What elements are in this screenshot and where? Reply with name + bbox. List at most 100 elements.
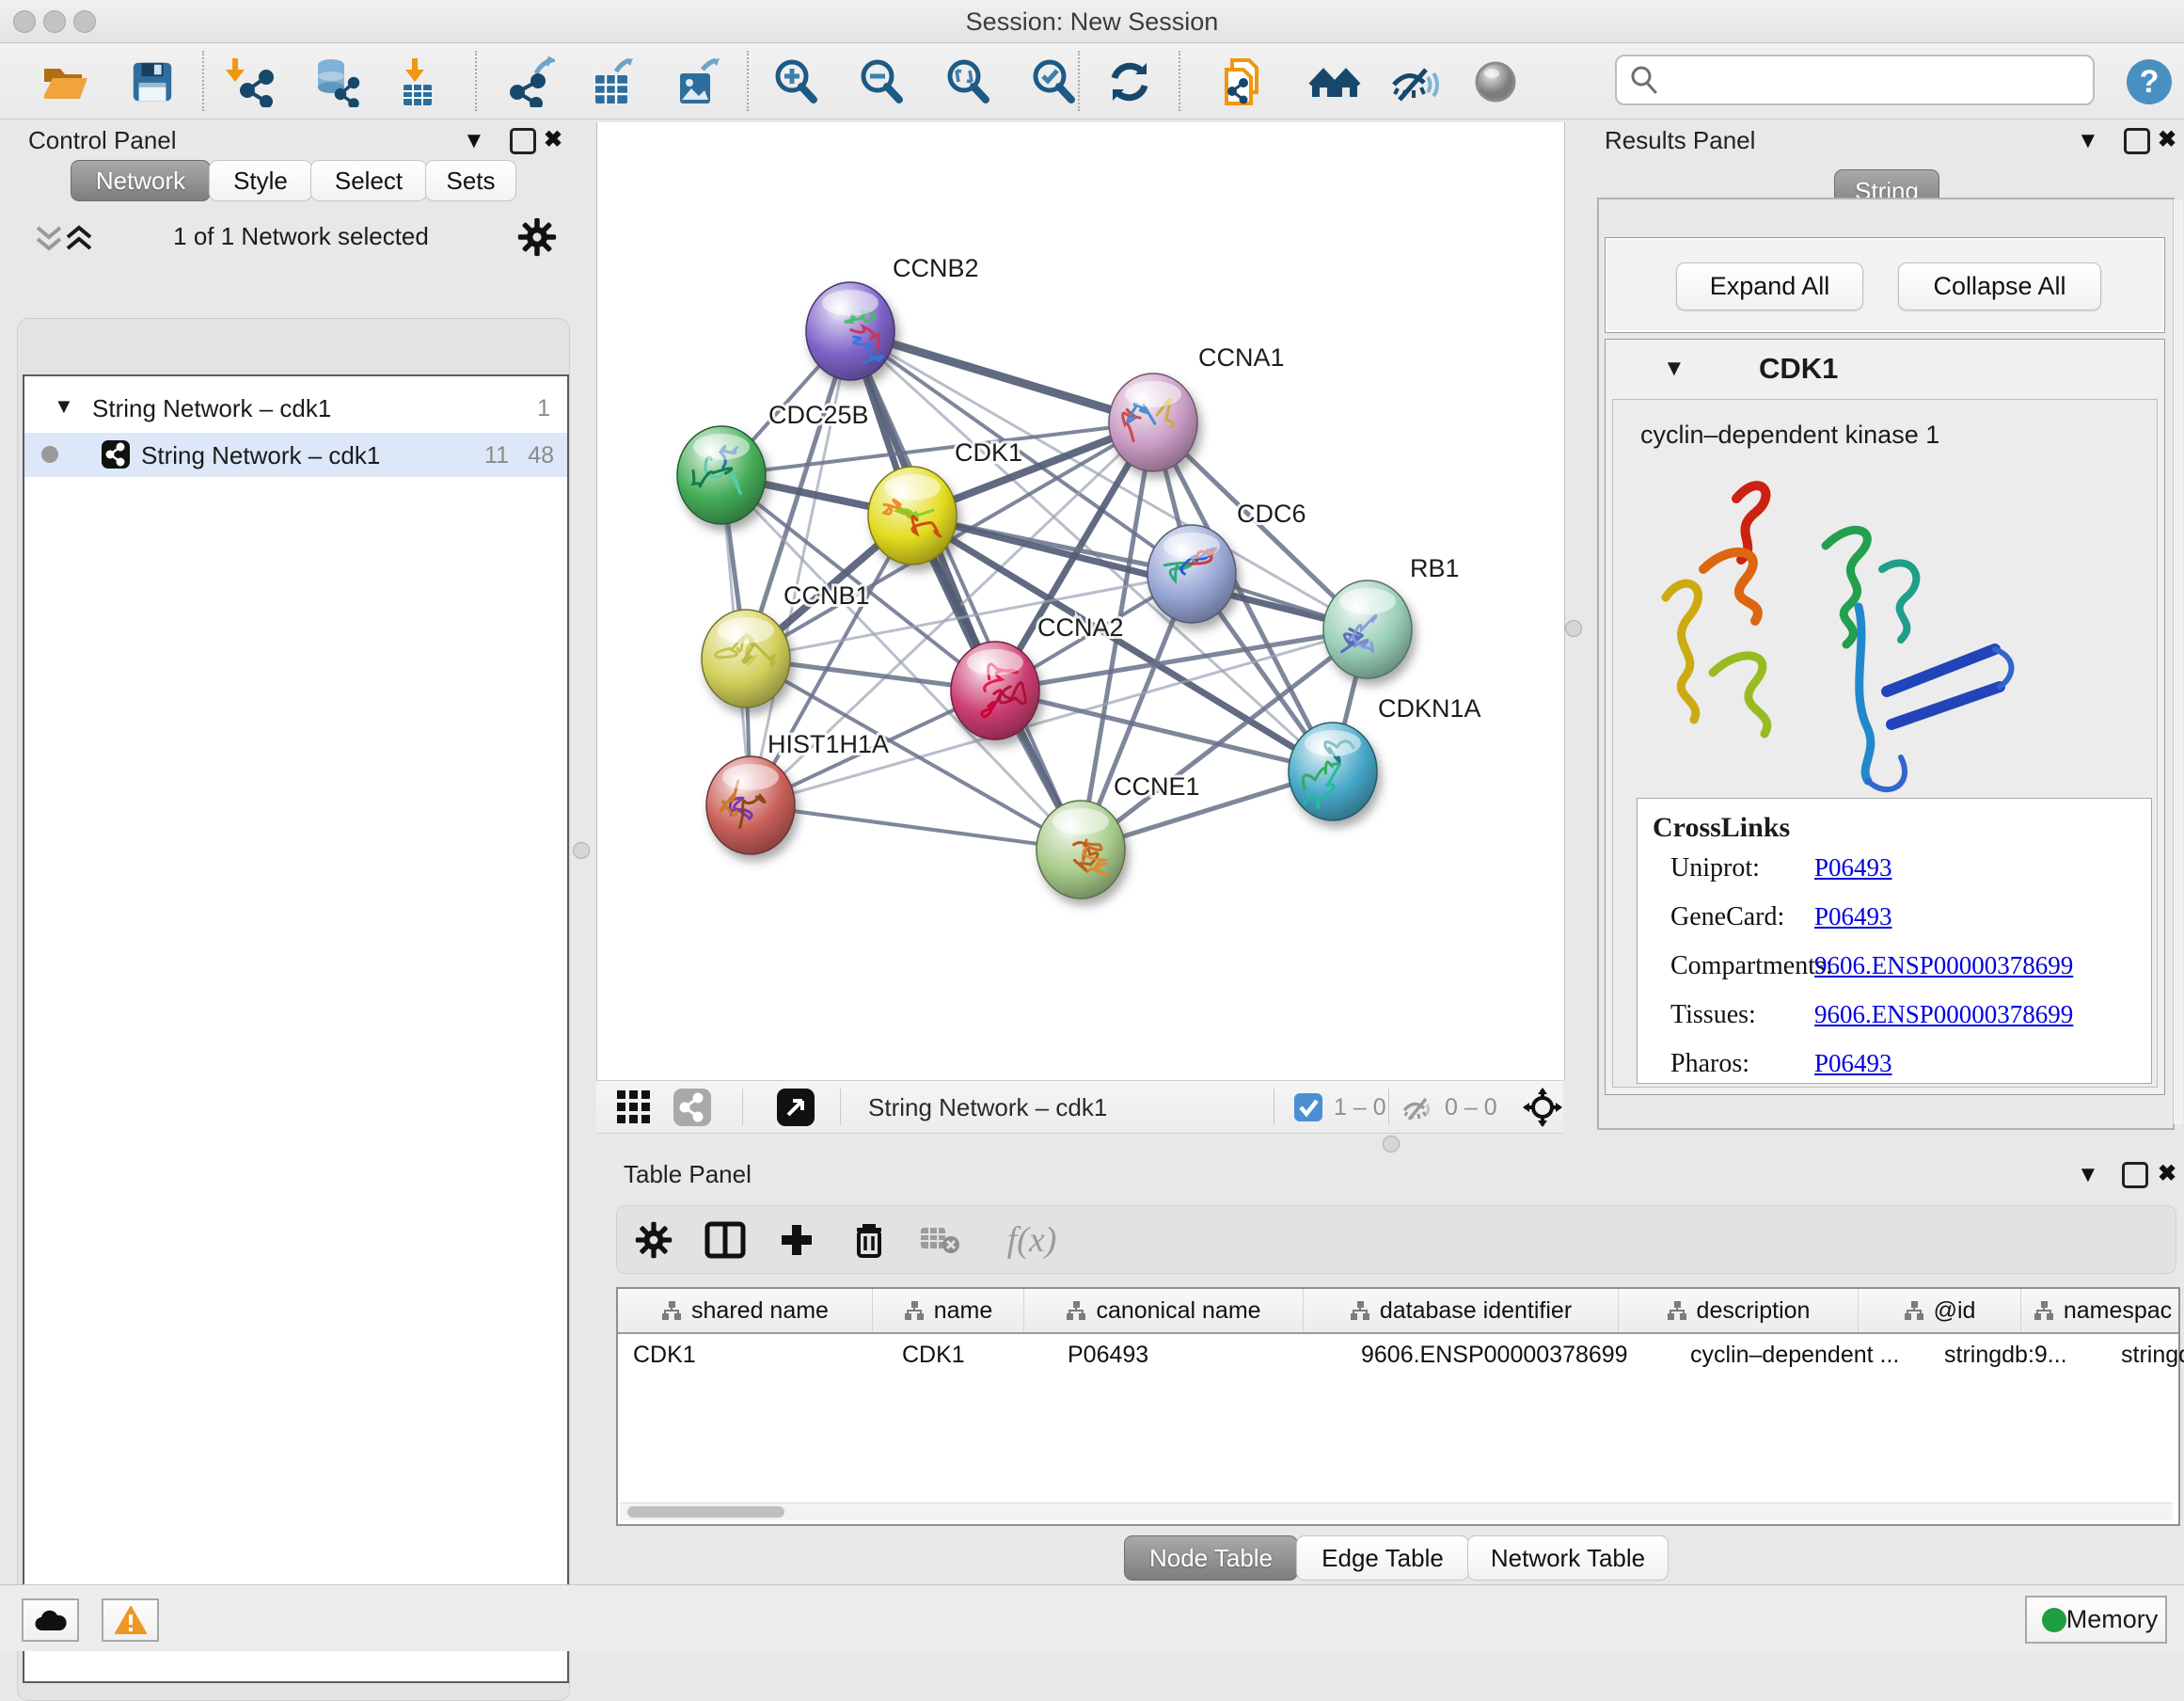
clone-network-button[interactable] — [1215, 53, 1274, 111]
tab-network[interactable]: Network — [71, 160, 211, 201]
collapse-all-icon[interactable] — [32, 224, 66, 254]
table-horizontal-scrollbar[interactable] — [620, 1502, 2173, 1520]
grid-view-icon[interactable] — [617, 1090, 651, 1124]
import-network-button[interactable] — [221, 53, 279, 111]
network-view-icon[interactable] — [673, 1089, 711, 1126]
network-node-CDKN1A[interactable]: CDKN1A — [1289, 694, 1481, 820]
export-image-button[interactable] — [669, 53, 727, 111]
export-table-button[interactable] — [584, 53, 642, 111]
expand-all-icon[interactable] — [62, 224, 96, 254]
table-cell[interactable]: P06493 — [1052, 1334, 1346, 1375]
network-row-selected[interactable]: String Network – cdk1 11 48 — [24, 433, 567, 477]
warnings-button[interactable] — [102, 1598, 159, 1642]
float-panel-icon[interactable]: ▼ — [2077, 1162, 2099, 1188]
column-header-description[interactable]: description — [1619, 1289, 1859, 1332]
tab-sets[interactable]: Sets — [425, 160, 516, 201]
close-panel-icon[interactable]: ✖ — [2158, 1160, 2176, 1187]
maximize-panel-icon[interactable] — [2124, 128, 2150, 154]
table-cell[interactable]: 9606.ENSP00000378699 — [1346, 1334, 1675, 1375]
search-input[interactable] — [1668, 66, 2093, 94]
delete-table-button[interactable] — [916, 1217, 963, 1263]
save-session-button[interactable] — [123, 53, 182, 111]
tab-select[interactable]: Select — [310, 160, 427, 201]
zoom-in-button[interactable] — [767, 53, 825, 111]
column-header-namespac[interactable]: namespac — [2021, 1289, 2184, 1332]
pan-crosshair-icon[interactable] — [1523, 1088, 1562, 1127]
crosslink-link[interactable]: P06493 — [1814, 853, 1892, 882]
delete-column-button[interactable] — [846, 1217, 893, 1263]
bottom-splitter-handle[interactable] — [1383, 1136, 1400, 1153]
import-table-button[interactable] — [388, 53, 447, 111]
help-button[interactable]: ? — [2120, 53, 2178, 111]
network-node-CCNB1[interactable]: CCNB1 — [702, 581, 870, 707]
gloss-highlight — [884, 474, 941, 501]
float-panel-icon[interactable]: ▼ — [2077, 128, 2099, 154]
close-panel-icon[interactable]: ✖ — [2158, 126, 2176, 153]
cloud-status-button[interactable] — [22, 1598, 79, 1642]
edge-HIST1H1A-CCNE1[interactable] — [751, 805, 1081, 850]
network-node-RB1[interactable]: RB1 — [1323, 554, 1460, 678]
crosslink-link[interactable]: P06493 — [1814, 902, 1892, 930]
close-panel-icon[interactable]: ✖ — [544, 126, 562, 153]
column-header-shared-name[interactable]: shared name — [618, 1289, 873, 1332]
column-header-name[interactable]: name — [873, 1289, 1024, 1332]
column-header-@id[interactable]: @id — [1859, 1289, 2021, 1332]
edge-CCNB2-CCNE1[interactable] — [850, 331, 1081, 850]
table-row[interactable]: CDK1CDK1P064939606.ENSP00000378699cyclin… — [618, 1334, 2178, 1375]
left-splitter-handle[interactable] — [573, 842, 590, 859]
scrollbar-thumb[interactable] — [627, 1506, 784, 1518]
maximize-panel-icon[interactable] — [510, 128, 536, 154]
collection-expander-icon[interactable]: ▼ — [54, 394, 74, 419]
column-header-database-identifier[interactable]: database identifier — [1304, 1289, 1619, 1332]
network-node-CCNA2[interactable]: CCNA2 — [951, 613, 1124, 739]
create-column-button[interactable] — [773, 1217, 820, 1263]
hidden-eye-slash-icon[interactable] — [1401, 1093, 1433, 1121]
zoom-out-button[interactable] — [852, 53, 910, 111]
expand-all-button[interactable]: Expand All — [1676, 262, 1863, 310]
table-cell[interactable]: stringdb — [2106, 1334, 2184, 1375]
table-cell[interactable]: CDK1 — [887, 1334, 1052, 1375]
tab-style[interactable]: Style — [209, 160, 312, 201]
crosslink-link[interactable]: 9606.ENSP00000378699 — [1814, 1000, 2073, 1028]
tab-network-table[interactable]: Network Table — [1467, 1535, 1669, 1581]
network-collection-row[interactable]: ▼ String Network – cdk1 1 — [24, 386, 567, 430]
refresh-button[interactable] — [1100, 53, 1159, 111]
memory-button[interactable]: Memory — [2025, 1596, 2167, 1644]
gear-icon[interactable] — [516, 216, 558, 258]
first-neighbors-button[interactable] — [1306, 53, 1364, 111]
hide-selected-button[interactable] — [1385, 53, 1443, 111]
table-cell[interactable]: stringdb:9... — [1929, 1334, 2106, 1375]
edge-CCNB2-CCNA1[interactable] — [850, 331, 1153, 422]
refresh-icon — [1105, 57, 1154, 106]
birds-eye-view-icon[interactable] — [777, 1089, 815, 1126]
right-splitter-handle[interactable] — [1565, 620, 1582, 637]
crosslink-link[interactable]: 9606.ENSP00000378699 — [1814, 951, 2073, 979]
crosslink-link[interactable]: P06493 — [1814, 1049, 1892, 1077]
zoom-selected-button[interactable] — [1024, 53, 1083, 111]
table-settings-button[interactable] — [630, 1217, 677, 1263]
maximize-panel-icon[interactable] — [2122, 1162, 2148, 1188]
collapse-all-button[interactable]: Collapse All — [1898, 262, 2101, 310]
edge-CDK1-RB1[interactable] — [912, 516, 1368, 629]
table-cell[interactable]: cyclin–dependent ... — [1675, 1334, 1929, 1375]
network-canvas[interactable]: CCNB2CCNA1CDC25BCDK1CDC6RB1CCNB1CCNA2CDK… — [596, 122, 1565, 1080]
show-all-button[interactable] — [1466, 53, 1525, 111]
show-columns-button[interactable] — [702, 1217, 749, 1263]
gene-expander-icon[interactable]: ▼ — [1663, 356, 1685, 382]
results-scrollbar[interactable] — [2173, 199, 2183, 1124]
tab-node-table[interactable]: Node Table — [1124, 1535, 1298, 1581]
network-node-CCNA1[interactable]: CCNA1 — [1109, 343, 1285, 471]
network-graph[interactable]: CCNB2CCNA1CDC25BCDK1CDC6RB1CCNB1CCNA2CDK… — [597, 122, 1564, 1080]
export-network-button[interactable] — [500, 53, 559, 111]
float-panel-icon[interactable]: ▼ — [463, 128, 485, 154]
tab-edge-table[interactable]: Edge Table — [1296, 1535, 1469, 1581]
column-header-canonical-name[interactable]: canonical name — [1024, 1289, 1304, 1332]
network-node-CCNE1[interactable]: CCNE1 — [1037, 772, 1200, 898]
selected-checkbox-icon[interactable] — [1294, 1093, 1322, 1121]
apply-function-button[interactable]: f(x) — [989, 1217, 1074, 1263]
table-cell[interactable]: CDK1 — [618, 1334, 887, 1375]
import-network-from-database-button[interactable] — [307, 53, 365, 111]
zoom-fit-button[interactable] — [939, 53, 997, 111]
search-field[interactable] — [1615, 55, 2095, 105]
open-session-button[interactable] — [35, 53, 93, 111]
